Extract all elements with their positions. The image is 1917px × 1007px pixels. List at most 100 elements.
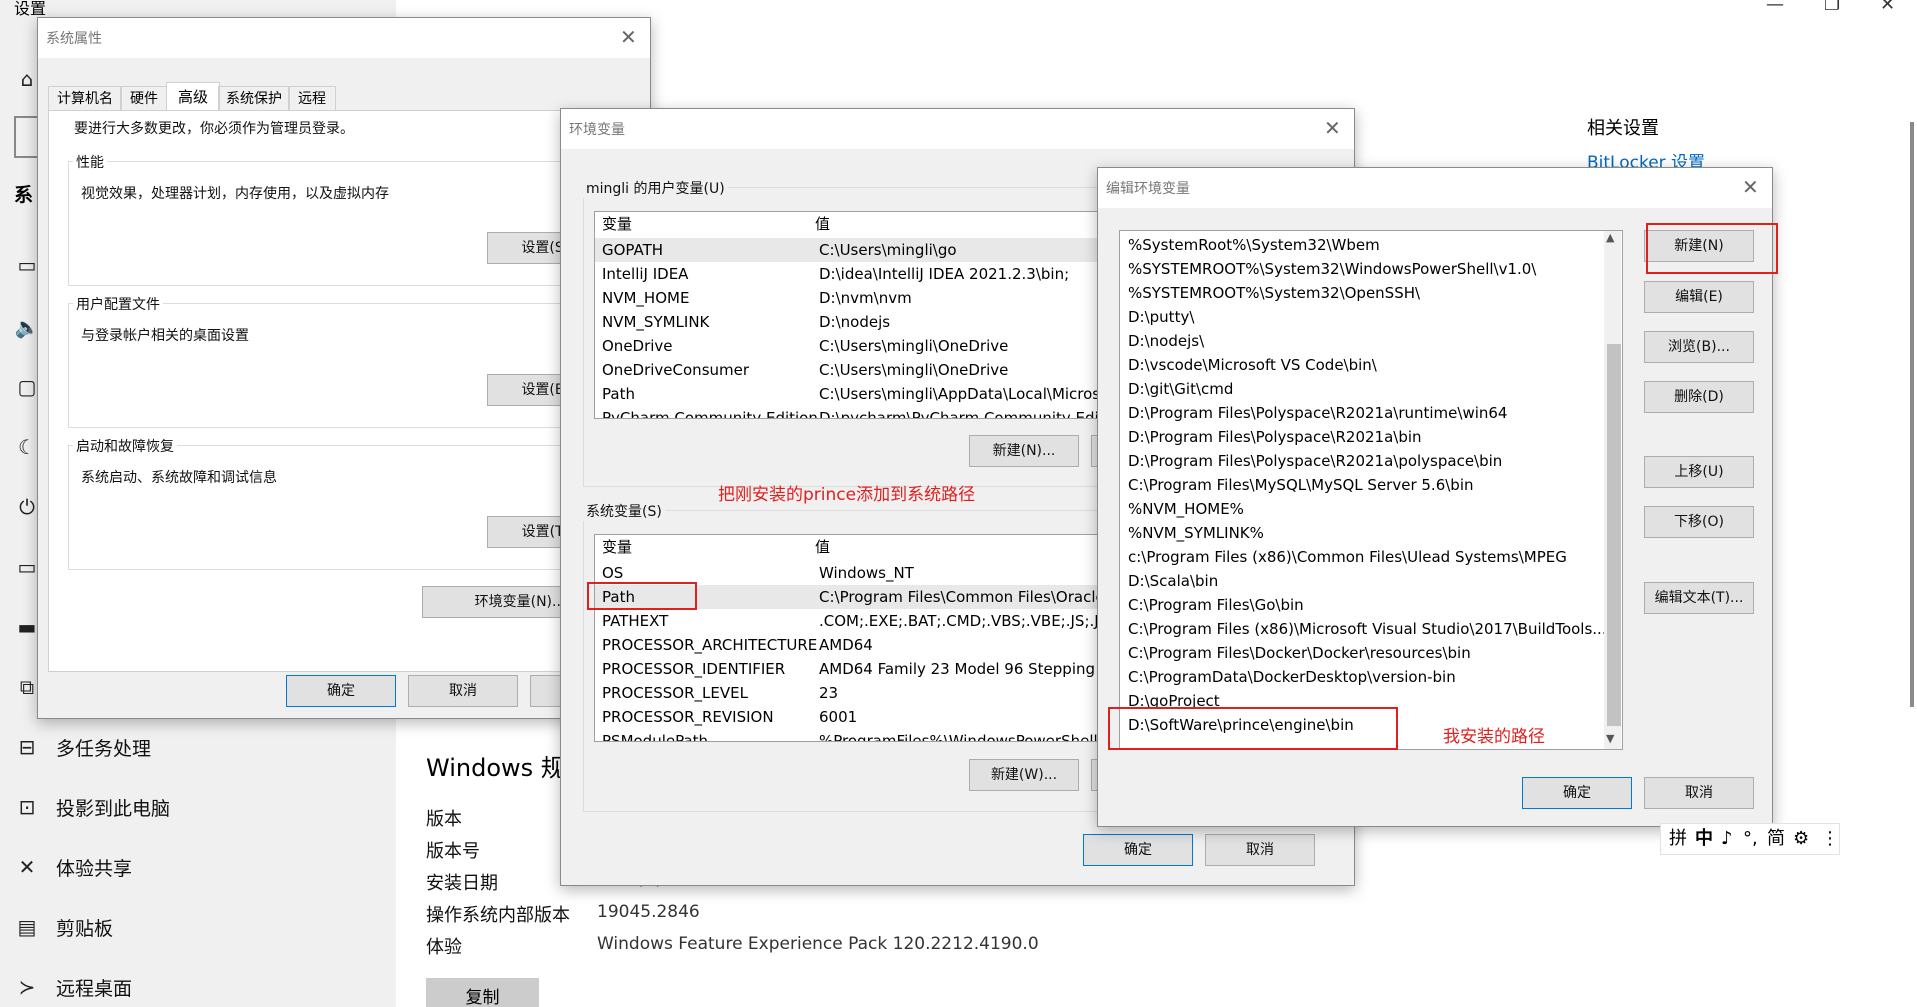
tab-hardware[interactable]: 硬件: [120, 86, 168, 111]
path-list[interactable]: %SystemRoot%\System32\Wbem %SYSTEMROOT%\…: [1119, 230, 1623, 750]
windows-spec-heading: Windows 规: [426, 754, 565, 782]
search-box-edge[interactable]: [14, 116, 38, 158]
project-icon: ⊡: [18, 795, 36, 819]
var-name: PATHEXT: [602, 612, 669, 630]
var-name: NVM_SYMLINK: [602, 313, 710, 331]
ime-mode-icon[interactable]: 拼: [1669, 824, 1687, 854]
scroll-up-icon[interactable]: ▲: [1606, 231, 1614, 244]
edit-env-edit-button[interactable]: 编辑(E): [1644, 281, 1754, 313]
list-item[interactable]: D:\Program Files\Polyspace\R2021a\polysp…: [1128, 449, 1604, 473]
list-item[interactable]: C:\Program Files\Docker\Docker\resources…: [1128, 641, 1604, 665]
tab-system-protection[interactable]: 系统保护: [218, 86, 290, 111]
list-item[interactable]: %NVM_SYMLINK%: [1128, 521, 1604, 545]
spec-key-version: 版本号: [426, 841, 480, 862]
scroll-down-icon[interactable]: ▼: [1606, 732, 1614, 745]
var-value: .COM;.EXE;.BAT;.CMD;.VBS;.VBE;.JS;.JSE: [819, 612, 1118, 630]
close-window-icon[interactable]: ✕: [1880, 0, 1895, 15]
path-list-scroll-thumb[interactable]: [1607, 344, 1621, 726]
ime-more-icon[interactable]: ⋮: [1821, 824, 1839, 854]
list-item[interactable]: D:\git\Git\cmd: [1128, 377, 1604, 401]
user-variables-label: mingli 的用户变量(U): [583, 178, 728, 198]
list-item[interactable]: D:\vscode\Microsoft VS Code\bin\: [1128, 353, 1604, 377]
list-item[interactable]: %SystemRoot%\System32\Wbem: [1128, 233, 1604, 257]
env-title: 环境变量: [569, 122, 625, 138]
system-properties-dialog: 系统属性 ✕ 计算机名 硬件 高级 系统保护 远程 要进行大多数更改，你必须作为…: [37, 17, 651, 719]
list-item[interactable]: C:\Program Files\Go\bin: [1128, 593, 1604, 617]
tab-computer-name[interactable]: 计算机名: [48, 86, 122, 111]
var-value: 6001: [819, 708, 858, 726]
list-item[interactable]: D:\Program Files\Polyspace\R2021a\runtim…: [1128, 401, 1604, 425]
env-cancel-button[interactable]: 取消: [1205, 834, 1315, 866]
nav-share[interactable]: 体验共享: [56, 854, 132, 881]
user-new-button[interactable]: 新建(N)...: [969, 435, 1079, 467]
edit-env-browse-button[interactable]: 浏览(B)...: [1644, 331, 1754, 363]
system-properties-title: 系统属性: [46, 31, 102, 47]
ime-toolbar[interactable]: 拼 中 ♪ °, 简 ⚙ ⋮: [1660, 823, 1840, 855]
list-item[interactable]: %SYSTEMROOT%\System32\WindowsPowerShell\…: [1128, 257, 1604, 281]
ime-chinese-icon[interactable]: 中: [1695, 824, 1713, 854]
ime-moon-icon[interactable]: ♪: [1721, 824, 1733, 854]
edit-env-cancel-button[interactable]: 取消: [1644, 777, 1754, 809]
edit-env-edit-text-button[interactable]: 编辑文本(T)...: [1644, 582, 1754, 614]
edit-env-close-icon[interactable]: ✕: [1742, 175, 1759, 199]
user-col-var[interactable]: 变量: [602, 212, 632, 236]
var-name: PSModulePath: [602, 732, 709, 742]
edit-env-move-down-button[interactable]: 下移(O): [1644, 506, 1754, 538]
var-name: PROCESSOR_IDENTIFIER: [602, 660, 786, 678]
list-item[interactable]: %SYSTEMROOT%\System32\OpenSSH\: [1128, 281, 1604, 305]
var-name: PROCESSOR_LEVEL: [602, 684, 748, 702]
system-new-button[interactable]: 新建(W)...: [969, 759, 1079, 791]
var-value: D:\nvm\nvm: [819, 289, 912, 307]
list-item[interactable]: D:\putty\: [1128, 305, 1604, 329]
highlight-path-variable: [587, 582, 697, 610]
list-item[interactable]: C:\Program Files\MySQL\MySQL Server 5.6\…: [1128, 473, 1604, 497]
system-col-var[interactable]: 变量: [602, 535, 632, 559]
list-item[interactable]: D:\nodejs\: [1128, 329, 1604, 353]
var-value: D:\idea\IntelliJ IDEA 2021.2.3\bin;: [819, 265, 1070, 283]
list-item[interactable]: D:\Scala\bin: [1128, 569, 1604, 593]
settings-scrollbar[interactable]: [1910, 122, 1914, 707]
tab-advanced[interactable]: 高级: [166, 82, 220, 112]
copy-button[interactable]: 复制: [426, 978, 539, 1007]
var-value: C:\Users\mingli\go: [819, 241, 957, 259]
system-properties-ok-button[interactable]: 确定: [286, 675, 396, 707]
spec-key-experience: 体验: [426, 937, 462, 958]
minimize-icon[interactable]: —: [1766, 0, 1784, 15]
nav-remote-desktop[interactable]: 远程桌面: [56, 974, 132, 1001]
list-item[interactable]: %NVM_HOME%: [1128, 497, 1604, 521]
system-variables-label: 系统变量(S): [583, 501, 665, 521]
system-col-val[interactable]: 值: [815, 535, 830, 559]
nav-project[interactable]: 投影到此电脑: [56, 794, 170, 821]
edit-env-delete-button[interactable]: 删除(D): [1644, 381, 1754, 413]
ime-settings-icon[interactable]: ⚙: [1793, 824, 1809, 854]
env-close-icon[interactable]: ✕: [1324, 116, 1341, 140]
var-name: GOPATH: [602, 241, 664, 259]
user-col-val[interactable]: 值: [815, 212, 830, 236]
list-item[interactable]: c:\Program Files (x86)\Common Files\Ulea…: [1128, 545, 1604, 569]
tab-remote[interactable]: 远程: [288, 86, 336, 111]
var-name: Path: [602, 385, 635, 403]
edit-env-ok-button[interactable]: 确定: [1522, 777, 1632, 809]
var-value: D:\pycharm\PyCharm Community Edition: [819, 409, 1128, 419]
performance-label: 性能: [73, 152, 107, 172]
clipboard-icon: ▤: [17, 915, 37, 939]
var-value: AMD64: [819, 636, 873, 654]
ime-simplified-icon[interactable]: 简: [1767, 824, 1785, 854]
nav-multitask[interactable]: 多任务处理: [56, 734, 151, 761]
env-ok-button[interactable]: 确定: [1083, 834, 1193, 866]
nav-clipboard[interactable]: 剪贴板: [56, 914, 113, 941]
var-value: Windows_NT: [819, 564, 914, 582]
list-item[interactable]: D:\Program Files\Polyspace\R2021a\bin: [1128, 425, 1604, 449]
var-value: D:\nodejs: [819, 313, 891, 331]
list-item[interactable]: C:\Program Files (x86)\Microsoft Visual …: [1128, 617, 1604, 641]
performance-group: [68, 161, 630, 286]
startup-group: [68, 445, 630, 570]
system-properties-close-icon[interactable]: ✕: [620, 25, 637, 49]
restore-icon[interactable]: ❐: [1824, 0, 1840, 15]
var-name: OneDriveConsumer: [602, 361, 750, 379]
edit-env-move-up-button[interactable]: 上移(U): [1644, 456, 1754, 488]
list-item[interactable]: C:\ProgramData\DockerDesktop\version-bin: [1128, 665, 1604, 689]
system-properties-titlebar: [38, 18, 650, 58]
system-properties-cancel-button[interactable]: 取消: [408, 675, 518, 707]
ime-punct-icon[interactable]: °,: [1743, 824, 1758, 854]
